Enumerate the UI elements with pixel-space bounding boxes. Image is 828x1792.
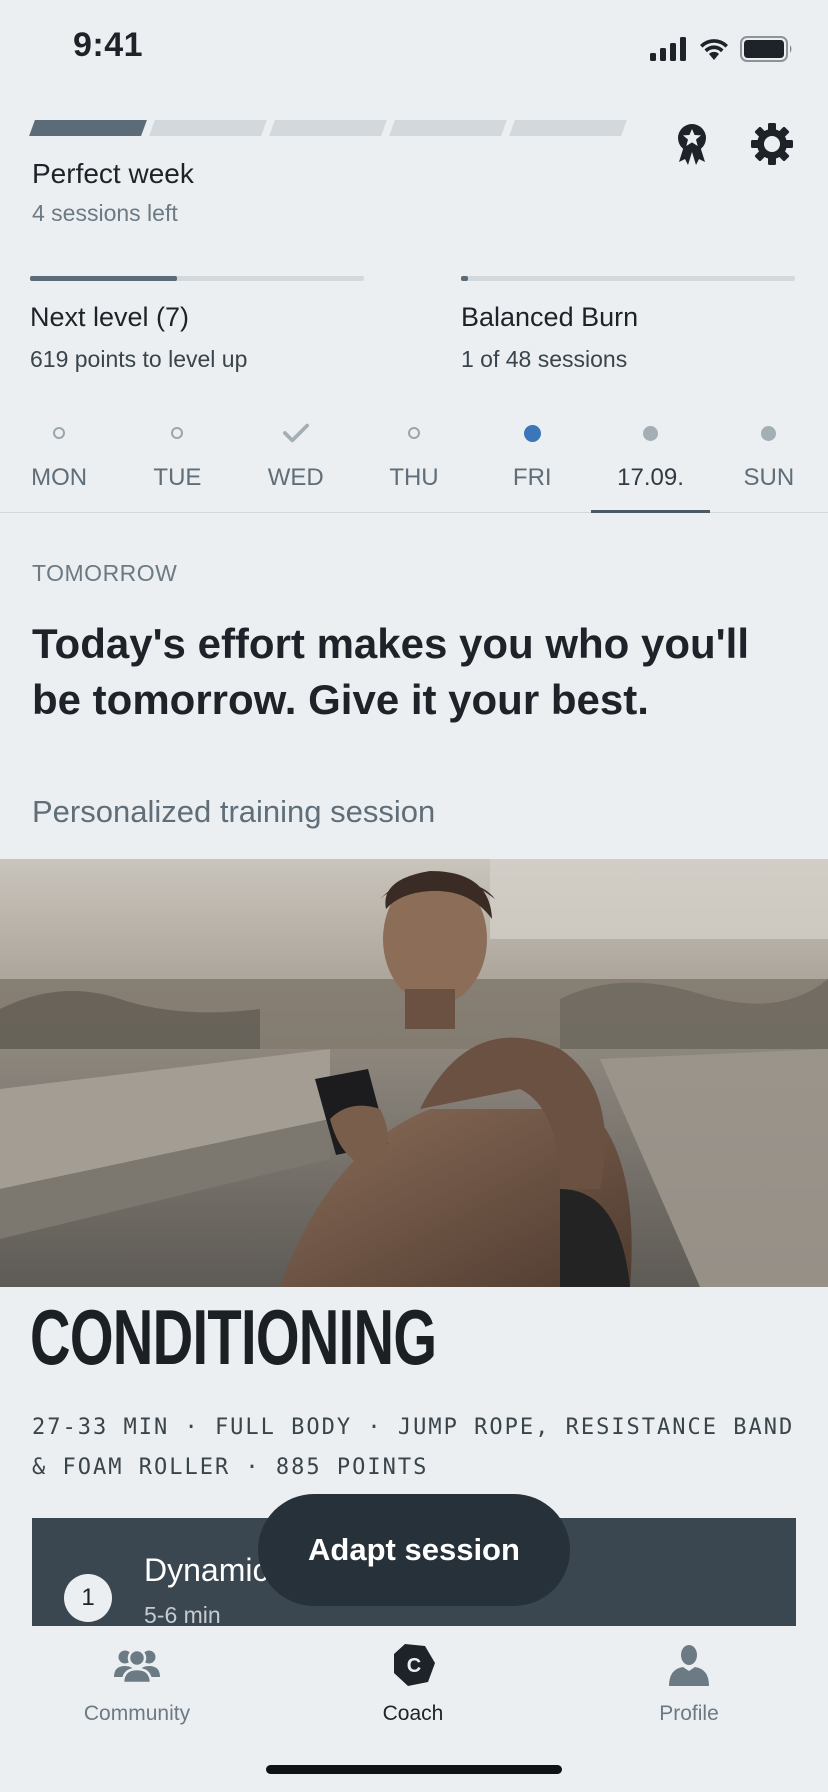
day-thu[interactable]: THU	[355, 412, 473, 512]
level-subtitle: 619 points to level up	[30, 346, 248, 372]
week-segment	[269, 120, 387, 136]
day-mon[interactable]: MON	[0, 412, 118, 512]
status-icons	[650, 34, 794, 64]
session-hero-image[interactable]	[0, 859, 828, 1287]
tab-label: Coach	[382, 1702, 444, 1725]
day-label: 17.09.	[617, 464, 684, 491]
tab-profile[interactable]: Profile	[589, 1626, 789, 1726]
program-title[interactable]: Balanced Burn	[461, 302, 638, 333]
badge-icon	[678, 124, 706, 165]
motivational-quote: Today's effort makes you who you'll be t…	[32, 620, 749, 723]
day-label: THU	[389, 464, 439, 491]
day-label: TUE	[153, 464, 202, 491]
athlete-photo	[0, 859, 828, 1287]
day-status-planned	[756, 420, 782, 446]
day-status-planned	[638, 420, 664, 446]
week-day-selector: MON TUE WED THU FRI 17.09. SUN	[0, 412, 828, 513]
signal-icon	[650, 37, 686, 61]
community-icon	[37, 1640, 237, 1690]
session-meta: 27-33 MIN · FULL BODY · JUMP ROPE, RESIS…	[32, 1415, 795, 1480]
wifi-icon	[700, 39, 728, 60]
perfect-week-subtitle: 4 sessions left	[32, 200, 178, 226]
tab-community[interactable]: Community	[37, 1626, 237, 1726]
day-fri[interactable]: FRI	[473, 412, 591, 512]
day-status-open	[401, 420, 427, 446]
battery-icon	[740, 36, 792, 62]
status-time: 9:41	[73, 26, 144, 64]
day-status-open	[164, 420, 190, 446]
section-label: Personalized training session	[32, 794, 436, 829]
day-header: TOMORROW	[32, 560, 178, 586]
week-segment	[149, 120, 267, 136]
day-sun[interactable]: SUN	[710, 412, 828, 512]
home-indicator[interactable]	[266, 1765, 562, 1774]
svg-text:C: C	[407, 1655, 421, 1677]
day-label: MON	[31, 464, 88, 491]
settings-button[interactable]	[748, 120, 796, 168]
day-label: SUN	[743, 464, 795, 491]
gear-icon	[751, 123, 793, 165]
exercise-duration: 5-6 min	[144, 1602, 221, 1626]
day-tue[interactable]: TUE	[118, 412, 236, 512]
session-title: CONDITIONING	[30, 1293, 437, 1381]
day-status-today	[519, 420, 545, 446]
exercise-title: Dynamic	[144, 1552, 269, 1588]
perfect-week-title: Perfect week	[32, 158, 194, 189]
checkmark-icon	[282, 420, 309, 446]
program-progress-fill	[461, 276, 468, 281]
coach-icon: C	[313, 1640, 513, 1690]
tab-label: Community	[83, 1702, 191, 1725]
achievements-button[interactable]	[668, 120, 716, 168]
week-segment	[389, 120, 507, 136]
perfect-week-progress	[29, 120, 627, 136]
exercise-number: 1	[64, 1574, 112, 1622]
day-wed[interactable]: WED	[237, 412, 355, 512]
adapt-session-button[interactable]: Adapt session	[258, 1494, 570, 1606]
week-segment	[29, 120, 147, 136]
level-progress-bar	[30, 276, 364, 281]
program-subtitle: 1 of 48 sessions	[461, 346, 628, 372]
level-title: Next level (7)	[30, 302, 190, 332]
week-segment	[509, 120, 627, 136]
day-label: WED	[267, 464, 324, 491]
tab-coach[interactable]: C Coach	[313, 1626, 513, 1726]
program-progress-bar	[461, 276, 795, 281]
level-progress-fill	[30, 276, 177, 281]
day-status-open	[46, 420, 72, 446]
day-label: FRI	[512, 464, 552, 491]
profile-icon	[589, 1640, 789, 1690]
day-sat-selected[interactable]: 17.09.	[591, 412, 710, 513]
tab-label: Profile	[659, 1702, 719, 1725]
